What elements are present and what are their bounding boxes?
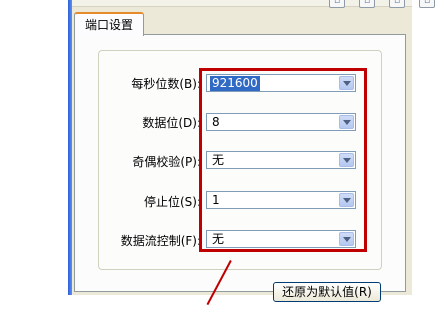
toolbar-icon-1[interactable]: ▫: [329, 0, 345, 8]
bits-per-second-value: 921600: [210, 76, 260, 91]
toolbar-strip: ▫ ▫ ▫ ▫: [72, 0, 435, 8]
stop-bits-value: 1: [212, 193, 220, 207]
chevron-down-icon[interactable]: [339, 232, 354, 246]
parity-value: 无: [212, 153, 225, 167]
chevron-down-icon[interactable]: [339, 193, 354, 207]
bits-per-second-select[interactable]: 921600: [206, 74, 356, 92]
parity-select[interactable]: 无: [206, 151, 356, 169]
restore-defaults-button[interactable]: 还原为默认值(R): [273, 282, 381, 302]
stop-bits-label: 停止位(S):: [143, 195, 201, 209]
flow-control-value: 无: [212, 232, 225, 246]
tab-port-settings[interactable]: 端口设置: [74, 12, 144, 36]
stop-bits-select[interactable]: 1: [206, 191, 356, 209]
data-bits-select[interactable]: 8: [206, 113, 356, 131]
window-edge: [68, 0, 72, 295]
data-bits-value: 8: [212, 115, 220, 129]
parity-label: 奇偶校验(P):: [132, 155, 201, 169]
bits-per-second-label: 每秒位数(B):: [131, 77, 201, 91]
flow-control-label: 数据流控制(F):: [120, 234, 201, 248]
chevron-down-icon[interactable]: [339, 76, 354, 90]
chevron-down-icon[interactable]: [339, 153, 354, 167]
toolbar-icon-3[interactable]: ▫: [389, 0, 405, 8]
toolbar-icon-2[interactable]: ▫: [359, 0, 375, 8]
toolbar-icon-4[interactable]: ▫: [419, 0, 435, 8]
data-bits-label: 数据位(D):: [142, 116, 201, 130]
chevron-down-icon[interactable]: [339, 115, 354, 129]
flow-control-select[interactable]: 无: [206, 230, 356, 248]
